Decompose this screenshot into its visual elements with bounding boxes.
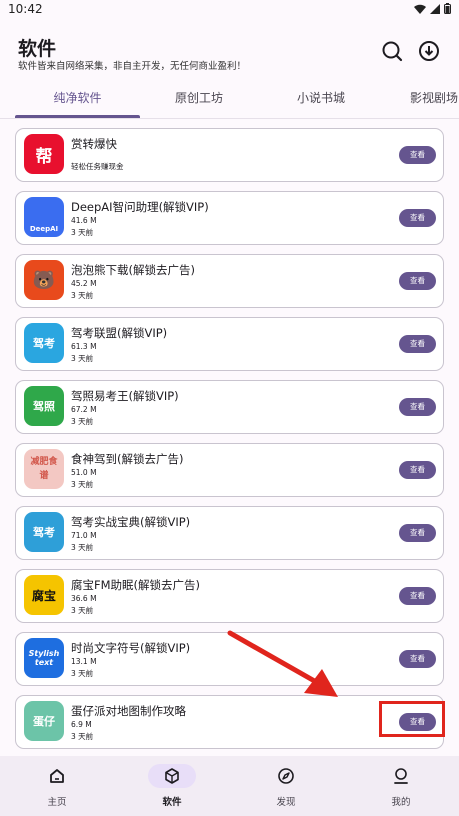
nav-software[interactable]: 软件 bbox=[132, 756, 212, 816]
bang-app-icon: 帮 bbox=[24, 134, 64, 174]
app-description: 轻松任务赚现金 bbox=[71, 162, 124, 171]
status-time: 10:42 bbox=[8, 2, 43, 16]
app-card[interactable]: 帮 赏转爆快 轻松任务赚现金 查看 bbox=[15, 128, 444, 182]
app-name: 泡泡熊下载(解锁去广告) bbox=[71, 263, 195, 277]
app-name: 腐宝FM助眠(解锁去广告) bbox=[71, 578, 201, 592]
app-name: 赏转爆快 bbox=[71, 137, 117, 151]
app-size: 61.3 M bbox=[71, 342, 97, 351]
nav-label: 我的 bbox=[391, 797, 411, 808]
view-button[interactable]: 查看 bbox=[399, 461, 436, 479]
page-header: 软件 软件皆来自网络采集，非自主开发，无任何商业盈利！ bbox=[0, 30, 459, 76]
app-card[interactable]: 减肥食谱 食神驾到(解锁去广告) 51.0 M 3 天前 查看 bbox=[15, 443, 444, 497]
app-name: DeepAI智问助理(解锁VIP) bbox=[71, 200, 209, 214]
eggy-map-icon: 蛋仔 bbox=[24, 701, 64, 741]
app-name: 时尚文字符号(解锁VIP) bbox=[71, 641, 191, 655]
signal-icon bbox=[430, 3, 440, 14]
view-button[interactable]: 查看 bbox=[399, 272, 436, 290]
app-updated: 3 天前 bbox=[71, 732, 94, 741]
view-button[interactable]: 查看 bbox=[399, 650, 436, 668]
app-updated: 3 天前 bbox=[71, 669, 94, 678]
tab-novel-bookstore[interactable]: 小说书城 bbox=[262, 84, 380, 118]
nav-pill bbox=[33, 764, 81, 788]
nav-label: 软件 bbox=[162, 797, 182, 808]
recipe-icon: 减肥食谱 bbox=[24, 449, 64, 489]
nav-label: 主页 bbox=[47, 797, 67, 808]
nav-pill bbox=[148, 764, 196, 788]
car-icon: 驾考 bbox=[24, 323, 64, 363]
download-button[interactable] bbox=[416, 38, 442, 64]
battery-icon bbox=[444, 3, 451, 14]
app-name: 驾照易考王(解锁VIP) bbox=[71, 389, 179, 403]
tab-pure-software[interactable]: 纯净软件 bbox=[15, 84, 140, 118]
app-size: 67.2 M bbox=[71, 405, 97, 414]
app-card[interactable]: 驾考 驾考实战宝典(解锁VIP) 71.0 M 3 天前 查看 bbox=[15, 506, 444, 560]
app-updated: 3 天前 bbox=[71, 606, 94, 615]
compass-icon bbox=[278, 768, 294, 784]
robot-icon: DeepAI bbox=[24, 197, 64, 237]
nav-pill bbox=[262, 764, 310, 788]
annotation-arrow bbox=[227, 630, 338, 697]
app-size: 13.1 M bbox=[71, 657, 97, 666]
app-size: 36.6 M bbox=[71, 594, 97, 603]
view-button[interactable]: 查看 bbox=[399, 335, 436, 353]
page-subtitle: 软件皆来自网络采集，非自主开发，无任何商业盈利！ bbox=[18, 61, 247, 72]
page-title: 软件 bbox=[18, 38, 57, 60]
app-size: 6.9 M bbox=[71, 720, 92, 729]
app-card[interactable]: 驾照 驾照易考王(解锁VIP) 67.2 M 3 天前 查看 bbox=[15, 380, 444, 434]
bottom-navigation: 主页 软件 发现 我的 bbox=[0, 756, 459, 816]
nav-label: 发现 bbox=[276, 797, 296, 808]
view-button[interactable]: 查看 bbox=[399, 146, 436, 164]
status-icons bbox=[414, 3, 451, 14]
app-updated: 3 天前 bbox=[71, 480, 94, 489]
app-card[interactable]: DeepAI DeepAI智问助理(解锁VIP) 41.6 M 3 天前 查看 bbox=[15, 191, 444, 245]
search-icon bbox=[382, 41, 403, 62]
app-name: 驾考实战宝典(解锁VIP) bbox=[71, 515, 191, 529]
tab-active-indicator bbox=[15, 115, 140, 118]
nav-discover[interactable]: 发现 bbox=[246, 756, 326, 816]
nav-home[interactable]: 主页 bbox=[17, 756, 97, 816]
nav-pill bbox=[377, 764, 425, 788]
view-button[interactable]: 查看 bbox=[399, 209, 436, 227]
fubao-icon: 腐宝 bbox=[24, 575, 64, 615]
app-card[interactable]: 🐻 泡泡熊下载(解锁去广告) 45.2 M 3 天前 查看 bbox=[15, 254, 444, 308]
tab-label: 纯净软件 bbox=[53, 91, 102, 105]
app-size: 51.0 M bbox=[71, 468, 97, 477]
tab-label: 影视剧场 bbox=[410, 91, 459, 105]
category-tabs: 纯净软件 原创工坊 小说书城 影视剧场 bbox=[0, 84, 459, 119]
view-button[interactable]: 查看 bbox=[399, 524, 436, 542]
tab-film-theater[interactable]: 影视剧场 bbox=[410, 84, 459, 118]
app-updated: 3 天前 bbox=[71, 291, 94, 300]
app-card[interactable]: 驾考 驾考联盟(解锁VIP) 61.3 M 3 天前 查看 bbox=[15, 317, 444, 371]
tab-label: 原创工坊 bbox=[174, 91, 223, 105]
taxi-icon: 驾照 bbox=[24, 386, 64, 426]
stylish-text-icon: Stylish text bbox=[24, 638, 64, 678]
tab-original-workshop[interactable]: 原创工坊 bbox=[140, 84, 258, 118]
tab-label: 小说书城 bbox=[296, 91, 345, 105]
app-name: 蛋仔派对地图制作攻略 bbox=[71, 704, 186, 718]
app-size: 45.2 M bbox=[71, 279, 97, 288]
app-updated: 3 天前 bbox=[71, 228, 94, 237]
search-button[interactable] bbox=[379, 38, 405, 64]
person-icon bbox=[394, 768, 408, 784]
app-size: 41.6 M bbox=[71, 216, 97, 225]
annotation-highlight-box bbox=[379, 701, 445, 737]
bear-icon: 🐻 bbox=[24, 260, 64, 300]
view-button[interactable]: 查看 bbox=[399, 398, 436, 416]
app-updated: 3 天前 bbox=[71, 417, 94, 426]
app-updated: 3 天前 bbox=[71, 543, 94, 552]
app-name: 驾考联盟(解锁VIP) bbox=[71, 326, 168, 340]
wifi-icon bbox=[414, 4, 426, 14]
app-updated: 3 天前 bbox=[71, 354, 94, 363]
road-icon: 驾考 bbox=[24, 512, 64, 552]
status-bar: 10:42 bbox=[0, 0, 459, 22]
view-button[interactable]: 查看 bbox=[399, 587, 436, 605]
nav-profile[interactable]: 我的 bbox=[361, 756, 441, 816]
app-card[interactable]: 腐宝 腐宝FM助眠(解锁去广告) 36.6 M 3 天前 查看 bbox=[15, 569, 444, 623]
download-icon bbox=[419, 41, 439, 61]
app-size: 71.0 M bbox=[71, 531, 97, 540]
app-name: 食神驾到(解锁去广告) bbox=[71, 452, 184, 466]
home-icon bbox=[50, 769, 64, 783]
cube-icon bbox=[165, 768, 179, 784]
